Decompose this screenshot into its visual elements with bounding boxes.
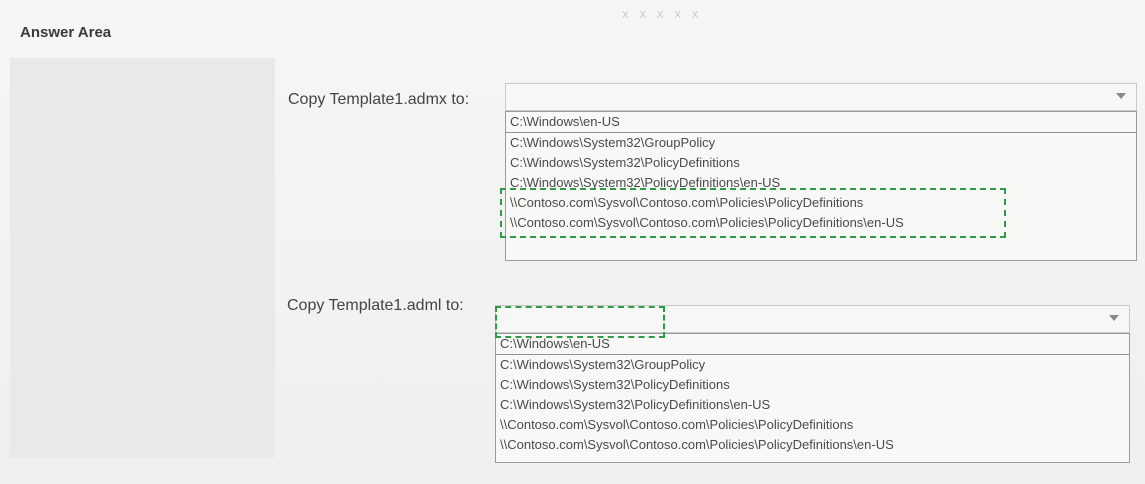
header-text: X X X X X	[622, 10, 703, 21]
adml-label: Copy Template1.adml to:	[287, 297, 464, 314]
chevron-down-icon	[1116, 93, 1126, 99]
admx-option[interactable]: \\Contoso.com\Sysvol\Contoso.com\Policie…	[506, 213, 1136, 233]
adml-option[interactable]: C:\Windows\System32\PolicyDefinitions	[496, 375, 1129, 395]
adml-option[interactable]: C:\Windows\en-US	[496, 334, 1129, 355]
adml-options-list: C:\Windows\en-US C:\Windows\System32\Gro…	[495, 333, 1130, 463]
adml-option[interactable]: C:\Windows\System32\GroupPolicy	[496, 355, 1129, 375]
chevron-down-icon	[1109, 315, 1119, 321]
admx-label: Copy Template1.admx to:	[288, 91, 470, 108]
left-panel	[10, 58, 275, 458]
adml-option[interactable]: \\Contoso.com\Sysvol\Contoso.com\Policie…	[496, 415, 1129, 435]
adml-option[interactable]: C:\Windows\System32\PolicyDefinitions\en…	[496, 395, 1129, 415]
admx-option[interactable]: C:\Windows\en-US	[506, 112, 1136, 133]
adml-option[interactable]: \\Contoso.com\Sysvol\Contoso.com\Policie…	[496, 435, 1129, 455]
answer-area: Answer Area X X X X X Copy Template1.adm…	[0, 0, 1145, 484]
admx-option[interactable]: C:\Windows\System32\PolicyDefinitions\en…	[506, 173, 1136, 193]
admx-option[interactable]: \\Contoso.com\Sysvol\Contoso.com\Policie…	[506, 193, 1136, 213]
admx-option[interactable]: C:\Windows\System32\GroupPolicy	[506, 133, 1136, 153]
admx-dropdown[interactable]	[505, 83, 1137, 111]
admx-option[interactable]: C:\Windows\System32\PolicyDefinitions	[506, 153, 1136, 173]
admx-options-list: C:\Windows\en-US C:\Windows\System32\Gro…	[505, 111, 1137, 261]
adml-dropdown[interactable]	[495, 305, 1130, 333]
panel-title: Answer Area	[20, 24, 112, 41]
